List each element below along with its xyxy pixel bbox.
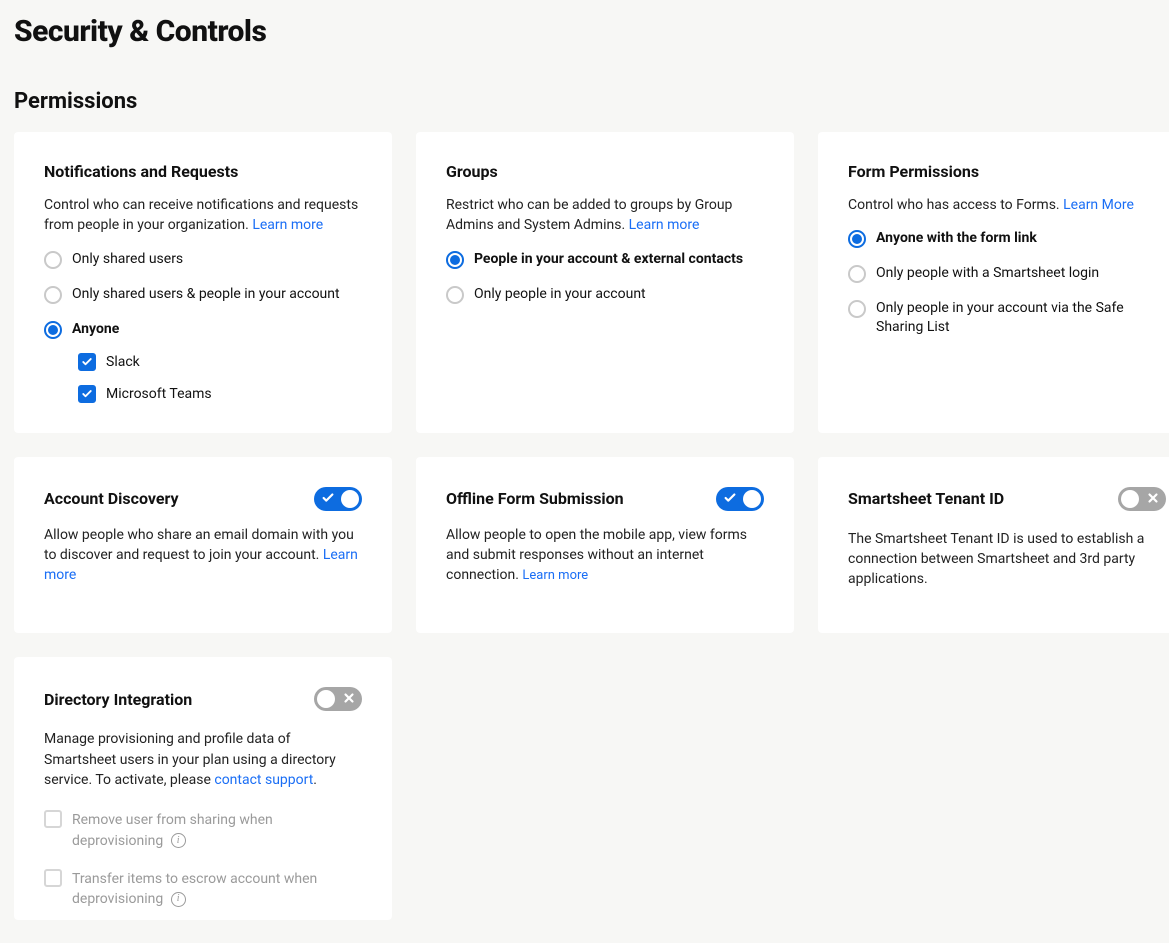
checkbox-icon [78,385,96,403]
learn-more-link[interactable]: Learn more [629,217,700,233]
notifications-radio-group: Only shared users Only shared users & pe… [44,250,362,339]
radio-safe-sharing-list[interactable]: Only people in your account via the Safe… [848,299,1166,337]
card-notifications-title: Notifications and Requests [44,162,238,181]
check-icon [321,491,335,508]
card-notifications: Notifications and Requests Control who c… [14,132,392,433]
checkbox-label: Transfer items to escrow account when de… [72,869,362,910]
radio-only-shared-users[interactable]: Only shared users [44,250,362,269]
x-icon [1146,491,1160,508]
toggle-tenant-id[interactable] [1118,487,1166,511]
radio-anyone[interactable]: Anyone [44,320,362,339]
card-form-permissions: Form Permissions Control who has access … [818,132,1169,433]
checkbox-transfer-escrow[interactable]: Transfer items to escrow account when de… [44,869,362,910]
radio-label: Anyone with the form link [876,229,1037,248]
radio-icon [848,265,866,283]
checkbox-slack[interactable]: Slack [78,353,362,371]
card-account-discovery: Account Discovery Allow people who share… [14,457,392,634]
radio-label: Only people in your account via the Safe… [876,299,1166,337]
check-icon [723,491,737,508]
radio-label: Anyone [72,320,119,339]
radio-label: Only shared users [72,250,183,269]
checkbox-label: Slack [106,354,140,370]
checkbox-icon [44,869,62,887]
card-groups: Groups Restrict who can be added to grou… [416,132,794,433]
toggle-knob [743,490,761,508]
radio-account-and-external[interactable]: People in your account & external contac… [446,250,764,269]
checkbox-label: Remove user from sharing when deprovisio… [72,810,362,851]
radio-label: Only people in your account [474,285,646,304]
card-tenant-title: Smartsheet Tenant ID [848,489,1004,508]
card-tenant-id: Smartsheet Tenant ID The Smartsheet Tena… [818,457,1169,634]
card-discovery-desc-text: Allow people who share an email domain w… [44,527,354,563]
card-discovery-desc: Allow people who share an email domain w… [44,525,362,586]
directory-checks: Remove user from sharing when deprovisio… [44,810,362,909]
radio-smartsheet-login[interactable]: Only people with a Smartsheet login [848,264,1166,283]
radio-icon [44,286,62,304]
permissions-grid: Notifications and Requests Control who c… [14,132,1155,920]
info-icon[interactable]: i [171,833,186,848]
radio-icon [44,251,62,269]
notifications-subchecks: Slack Microsoft Teams [78,353,362,403]
toggle-knob [341,490,359,508]
checkbox-label: Microsoft Teams [106,386,212,402]
card-forms-title: Form Permissions [848,162,979,181]
card-offline-desc: Allow people to open the mobile app, vie… [446,525,764,586]
radio-label: People in your account & external contac… [474,250,743,269]
section-title: Permissions [14,89,1155,114]
checkbox-icon [44,810,62,828]
card-notifications-desc: Control who can receive notifications an… [44,195,362,236]
radio-icon [446,286,464,304]
toggle-knob [1121,490,1139,508]
card-directory-desc: Manage provisioning and profile data of … [44,729,362,790]
radio-label: Only shared users & people in your accou… [72,285,340,304]
radio-label: Only people with a Smartsheet login [876,264,1099,283]
learn-more-link[interactable]: Learn More [1063,197,1134,213]
card-forms-desc: Control who has access to Forms. Learn M… [848,195,1166,215]
checkbox-icon [78,353,96,371]
radio-icon [848,230,866,248]
card-directory-integration: Directory Integration Manage provisionin… [14,657,392,919]
x-icon [342,691,356,708]
radio-only-shared-and-account[interactable]: Only shared users & people in your accou… [44,285,362,304]
info-icon[interactable]: i [171,892,186,907]
card-groups-title: Groups [446,162,498,181]
toggle-knob [317,690,335,708]
card-directory-title: Directory Integration [44,690,192,709]
toggle-account-discovery[interactable] [314,487,362,511]
toggle-directory-integration[interactable] [314,687,362,711]
radio-icon [44,321,62,339]
checkbox-msteams[interactable]: Microsoft Teams [78,385,362,403]
card-tenant-desc: The Smartsheet Tenant ID is used to esta… [848,529,1166,590]
learn-more-link[interactable]: Learn more [252,217,323,233]
radio-only-account[interactable]: Only people in your account [446,285,764,304]
card-offline-title: Offline Form Submission [446,489,624,508]
card-directory-desc-post: . [313,772,317,788]
card-discovery-title: Account Discovery [44,489,179,508]
card-forms-desc-text: Control who has access to Forms. [848,197,1063,213]
forms-radio-group: Anyone with the form link Only people wi… [848,229,1166,337]
card-offline-form: Offline Form Submission Allow people to … [416,457,794,634]
groups-radio-group: People in your account & external contac… [446,250,764,304]
radio-icon [446,251,464,269]
toggle-offline-form[interactable] [716,487,764,511]
card-offline-desc-text: Allow people to open the mobile app, vie… [446,527,747,584]
contact-support-link[interactable]: contact support [214,772,313,788]
radio-icon [848,300,866,318]
checkbox-label-text: Transfer items to escrow account when de… [72,871,317,907]
checkbox-remove-user-sharing[interactable]: Remove user from sharing when deprovisio… [44,810,362,851]
page-title: Security & Controls [14,14,1155,49]
radio-anyone-with-link[interactable]: Anyone with the form link [848,229,1166,248]
learn-more-link[interactable]: Learn more [522,568,588,583]
card-groups-desc: Restrict who can be added to groups by G… [446,195,764,236]
